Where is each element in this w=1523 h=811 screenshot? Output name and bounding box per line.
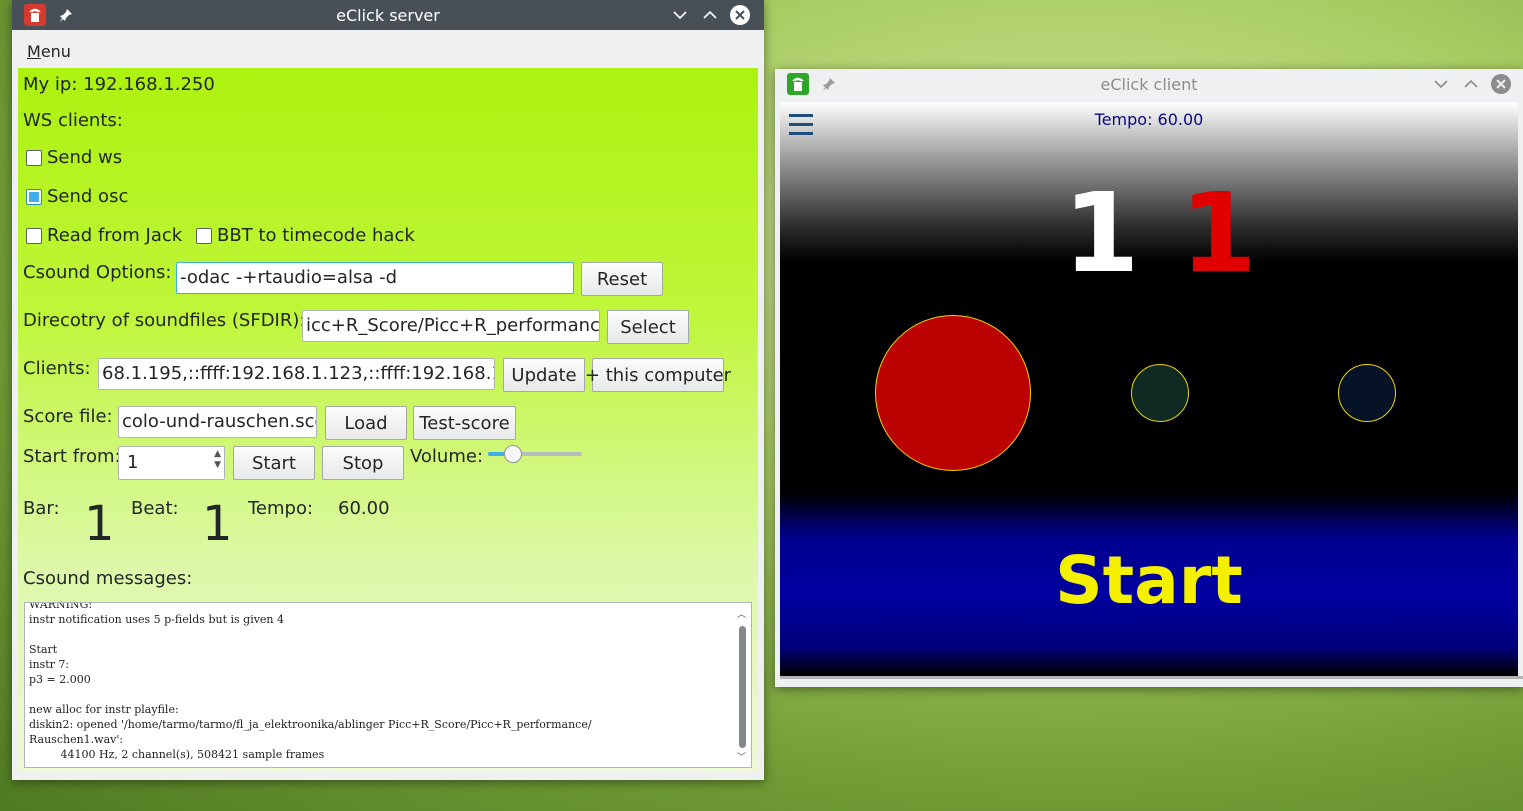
send-ws-label[interactable]: Send ws — [47, 147, 122, 168]
csound-options-input[interactable]: -odac -+rtaudio=alsa -d — [176, 262, 574, 294]
start-button[interactable]: Start — [233, 446, 315, 480]
score-file-input[interactable]: colo-und-rauschen.sco — [118, 406, 317, 438]
scroll-up-icon[interactable]: ︿ — [737, 607, 746, 620]
clients-label: Clients: — [23, 358, 91, 379]
send-ws-checkbox[interactable] — [26, 150, 42, 166]
client-window-title: eClick client — [1100, 74, 1198, 94]
bbt-hack-checkbox[interactable] — [196, 228, 212, 244]
minimize-icon[interactable] — [668, 0, 692, 30]
stop-button[interactable]: Stop — [322, 446, 404, 480]
maximize-icon[interactable] — [698, 0, 722, 30]
server-titlebar[interactable]: eClick server — [12, 0, 764, 30]
client-minimize-icon[interactable] — [1429, 69, 1453, 99]
volume-label: Volume: — [410, 446, 484, 467]
client-window: eClick client Tempo: 60.00 1 1 Start — [775, 69, 1523, 687]
app-icon — [24, 4, 46, 26]
this-computer-button[interactable]: + this computer — [585, 358, 731, 392]
beat-label: Beat: — [131, 498, 179, 519]
client-app-icon — [787, 73, 809, 95]
bbt-hack-label[interactable]: BBT to timecode hack — [217, 225, 415, 246]
beat-indicator-2 — [1131, 364, 1189, 422]
send-osc-checkbox[interactable] — [26, 189, 42, 205]
pin-icon[interactable] — [56, 0, 76, 30]
start-from-spinbox[interactable]: 1 ▲ ▼ — [118, 446, 225, 480]
client-tempo: Tempo: 60.00 — [1094, 110, 1204, 129]
reset-button[interactable]: Reset — [581, 262, 663, 296]
client-titlebar[interactable]: eClick client — [775, 69, 1523, 99]
volume-knob[interactable] — [503, 445, 522, 463]
window-title: eClick server — [336, 5, 440, 25]
load-button[interactable]: Load — [325, 406, 407, 440]
menu-mnemonic: M — [27, 42, 41, 61]
spin-arrows-icon[interactable]: ▲ ▼ — [214, 449, 221, 471]
log-text: WARNING: instr notification uses 5 p-fie… — [29, 602, 592, 761]
bar-label: Bar: — [23, 498, 60, 519]
client-start-button[interactable]: Start — [780, 542, 1518, 619]
score-file-label: Score file: — [23, 406, 113, 427]
ws-clients-label: WS clients: — [23, 110, 123, 131]
csound-messages-label: Csound messages: — [23, 568, 193, 589]
beat-indicator-large — [875, 315, 1031, 471]
test-score-button[interactable]: Test-score — [413, 406, 516, 440]
tempo-value: 60.00 — [338, 498, 390, 519]
log-scrollbar[interactable]: ︿ ﹀ — [734, 604, 750, 766]
menu-text: enu — [40, 42, 71, 61]
sfdir-label: Direcotry of soundfiles (SFDIR): — [23, 310, 306, 331]
menu-button[interactable]: Menu — [27, 42, 71, 61]
client-close-icon[interactable] — [1489, 69, 1513, 99]
read-from-jack-label[interactable]: Read from Jack — [47, 225, 182, 246]
clients-input[interactable]: 68.1.195,::ffff:192.168.1.123,::ffff:192… — [98, 358, 495, 390]
csound-options-label: Csound Options: — [23, 262, 172, 283]
client-bar-number: 1 — [1063, 169, 1140, 297]
client-pin-icon[interactable] — [819, 69, 839, 99]
server-window: eClick server Menu My ip: 192.168.1.250 … — [12, 0, 764, 780]
client-display: Tempo: 60.00 1 1 Start — [780, 102, 1518, 676]
send-osc-label[interactable]: Send osc — [47, 186, 128, 207]
update-button[interactable]: Update — [503, 358, 585, 392]
beat-value: 1 — [202, 496, 233, 552]
my-ip-label: My ip: 192.168.1.250 — [23, 74, 215, 95]
start-from-label: Start from: — [23, 446, 121, 467]
tempo-label: Tempo: — [248, 498, 314, 519]
client-beat-number: 1 — [1180, 169, 1257, 297]
csound-messages-log[interactable]: WARNING: instr notification uses 5 p-fie… — [24, 602, 752, 768]
start-from-value: 1 — [127, 452, 139, 473]
scroll-thumb[interactable] — [739, 626, 746, 748]
scroll-down-icon[interactable]: ﹀ — [737, 750, 746, 763]
bar-value: 1 — [84, 496, 115, 552]
read-from-jack-checkbox[interactable] — [26, 228, 42, 244]
client-bottom-bar — [780, 676, 1523, 679]
select-button[interactable]: Select — [607, 310, 689, 344]
beat-indicator-3 — [1338, 364, 1396, 422]
close-icon[interactable] — [728, 0, 752, 30]
sfdir-input[interactable]: icc+R_Score/Picc+R_performance — [302, 310, 600, 342]
client-maximize-icon[interactable] — [1459, 69, 1483, 99]
menubar — [12, 30, 764, 68]
